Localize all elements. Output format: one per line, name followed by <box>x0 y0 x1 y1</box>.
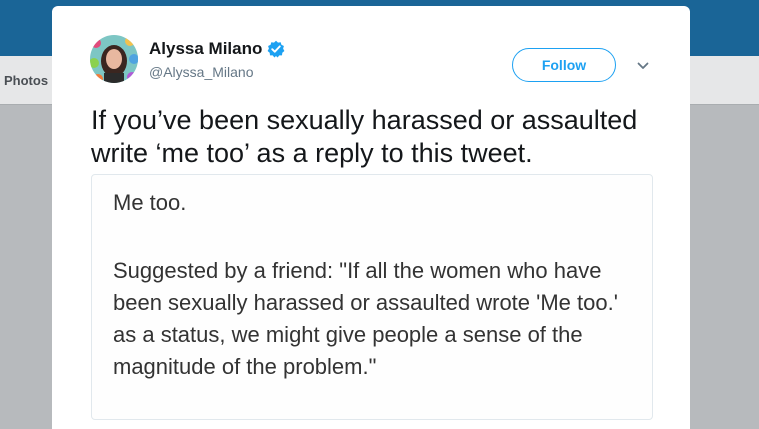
media-text-paragraph: Suggested by a friend: "If all the women… <box>113 258 618 379</box>
avatar[interactable] <box>90 35 138 83</box>
chevron-down-icon[interactable] <box>634 57 652 75</box>
follow-button[interactable]: Follow <box>512 48 616 82</box>
author-handle[interactable]: @Alyssa_Milano <box>149 64 253 80</box>
tweet-media-image[interactable]: Me too. Suggested by a friend: "If all t… <box>91 174 653 420</box>
subnav-photos-tab[interactable]: Photos <box>4 73 48 88</box>
verified-badge-icon <box>267 40 285 58</box>
tweet-card: Alyssa Milano @Alyssa_Milano Follow If y… <box>52 6 690 429</box>
author-name-row[interactable]: Alyssa Milano <box>149 39 285 59</box>
author-name[interactable]: Alyssa Milano <box>149 39 262 59</box>
media-text-line: Me too. <box>113 190 187 215</box>
tweet-text: If you’ve been sexually harassed or assa… <box>91 105 638 168</box>
